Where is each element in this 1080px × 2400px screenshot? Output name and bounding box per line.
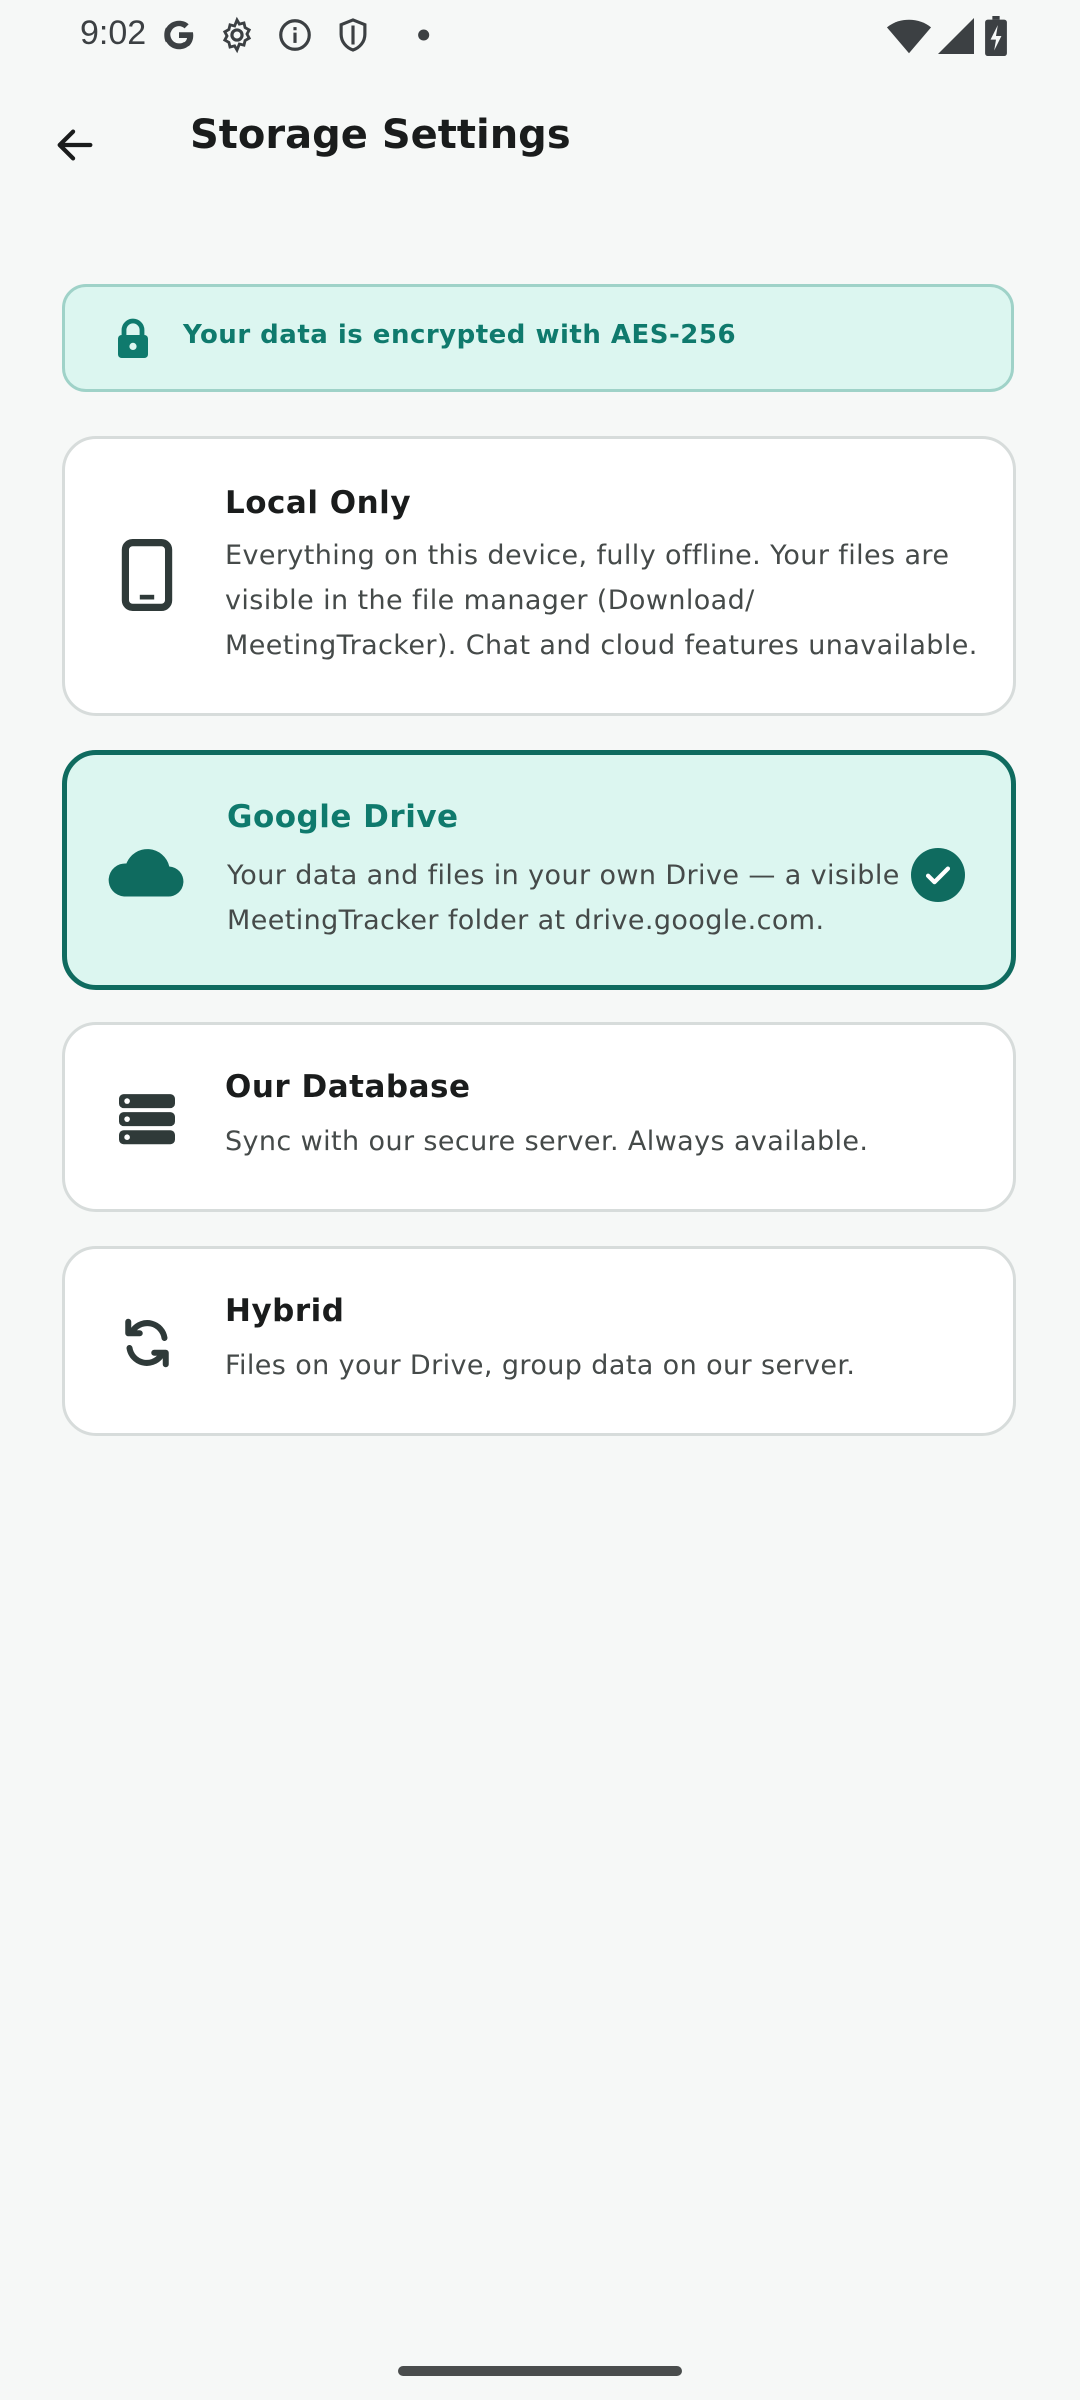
shield-icon (339, 18, 367, 52)
settings-gear-icon (222, 16, 252, 54)
dot-icon (418, 29, 430, 41)
database-icon (107, 1079, 187, 1159)
status-time: 9:02 (80, 14, 147, 52)
google-icon (164, 20, 194, 50)
banner-text: Your data is encrypted with AES-256 (183, 320, 737, 350)
wifi-icon (886, 19, 932, 54)
page-title: Storage Settings (190, 112, 571, 158)
battery-charging-icon (985, 16, 1007, 56)
option-description: Everything on this device, fully offline… (225, 540, 978, 661)
storage-option-google-drive[interactable]: Google Drive Your data and files in your… (62, 750, 1016, 990)
cell-signal-icon (938, 18, 974, 54)
arrow-left-icon (57, 129, 93, 161)
option-description: Your data and files in your own Drive — … (227, 860, 900, 936)
option-description: Files on your Drive, group data on our s… (225, 1350, 856, 1381)
back-button[interactable] (40, 110, 110, 180)
storage-option-hybrid[interactable]: Hybrid Files on your Drive, group data o… (62, 1246, 1016, 1436)
storage-option-our-database[interactable]: Our Database Sync with our secure server… (62, 1022, 1016, 1212)
selected-check-icon (911, 848, 965, 902)
cloud-icon (105, 831, 185, 911)
option-title: Local Only (225, 485, 412, 521)
home-indicator[interactable] (398, 2366, 682, 2376)
option-title: Hybrid (225, 1293, 345, 1329)
sync-icon (107, 1303, 187, 1383)
storage-option-local-only[interactable]: Local Only Everything on this device, fu… (62, 436, 1016, 716)
option-title: Google Drive (227, 799, 459, 835)
encryption-banner: Your data is encrypted with AES-256 (62, 284, 1014, 392)
lock-icon (118, 318, 148, 358)
status-bar: 9:02 (0, 0, 1080, 72)
info-icon (279, 19, 311, 51)
option-title: Our Database (225, 1069, 471, 1105)
option-description: Sync with our secure server. Always avai… (225, 1126, 869, 1157)
smartphone-icon (107, 535, 187, 615)
